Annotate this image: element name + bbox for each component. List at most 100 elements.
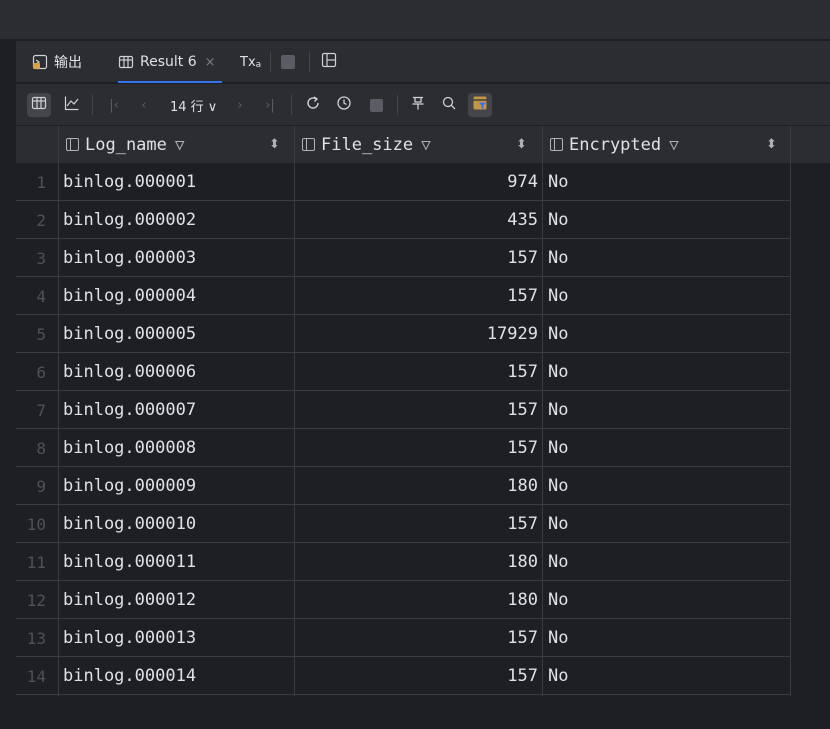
query-history-button[interactable] — [332, 93, 356, 117]
cell-log-name[interactable]: binlog.000008 — [63, 429, 291, 467]
cell-file-size[interactable]: 157 — [298, 505, 538, 543]
layout-split-icon — [321, 52, 337, 72]
grid-right-gap — [791, 126, 830, 163]
table-view-button[interactable] — [27, 93, 51, 117]
table-row[interactable]: 14 binlog.000014 157 No — [16, 657, 791, 695]
table-row[interactable]: 11 binlog.000011 180 No — [16, 543, 791, 581]
cell-encrypted[interactable]: No — [548, 315, 788, 353]
tab-tx[interactable]: Tx a — [240, 41, 261, 83]
cell-encrypted[interactable]: No — [548, 163, 788, 201]
table-row[interactable]: 1 binlog.000001 974 No — [16, 163, 791, 201]
cell-file-size[interactable]: 435 — [298, 201, 538, 239]
cell-file-size[interactable]: 974 — [298, 163, 538, 201]
tab-separator — [270, 52, 271, 72]
cell-encrypted[interactable]: No — [548, 505, 788, 543]
cell-file-size[interactable]: 157 — [298, 429, 538, 467]
table-row[interactable]: 2 binlog.000002 435 No — [16, 201, 791, 239]
cell-log-name[interactable]: binlog.000014 — [63, 657, 291, 695]
rownum-divider — [58, 126, 59, 696]
tab-separator — [309, 52, 310, 72]
chart-view-button[interactable] — [60, 93, 84, 117]
row-number: 3 — [36, 248, 46, 268]
toolbar-separator — [92, 95, 93, 115]
next-page-icon: › — [237, 97, 243, 113]
row-number: 12 — [26, 590, 46, 610]
cell-encrypted[interactable]: No — [548, 201, 788, 239]
table-row[interactable]: 4 binlog.000004 157 No — [16, 277, 791, 315]
stop-button[interactable] — [281, 41, 295, 83]
search-button[interactable] — [437, 93, 461, 117]
table-row[interactable]: 9 binlog.000009 180 No — [16, 467, 791, 505]
stop-query-button[interactable] — [364, 93, 388, 117]
cell-log-name[interactable]: binlog.000009 — [63, 467, 291, 505]
row-count-selector[interactable]: 14 行 ∨ — [170, 93, 217, 117]
filter-toggle-button[interactable] — [468, 93, 492, 117]
tab-output[interactable]: 输出 — [32, 41, 82, 83]
pin-icon — [410, 95, 426, 115]
cell-encrypted[interactable]: No — [548, 657, 788, 695]
filter-funnel-icon[interactable]: ▽ — [421, 135, 431, 154]
cell-file-size[interactable]: 157 — [298, 619, 538, 657]
column-header-encrypted[interactable]: Encrypted ▽ — [550, 126, 790, 163]
cell-encrypted[interactable]: No — [548, 581, 788, 619]
cell-encrypted[interactable]: No — [548, 277, 788, 315]
layout-button[interactable] — [321, 41, 337, 83]
filter-funnel-icon[interactable]: ▽ — [669, 135, 679, 154]
cell-file-size[interactable]: 17929 — [298, 315, 538, 353]
cell-log-name[interactable]: binlog.000005 — [63, 315, 291, 353]
table-row[interactable]: 5 binlog.000005 17929 No — [16, 315, 791, 353]
filter-funnel-icon[interactable]: ▽ — [175, 135, 185, 154]
next-page-button[interactable]: › — [228, 93, 252, 117]
row-number: 6 — [36, 362, 46, 382]
cell-file-size[interactable]: 157 — [298, 353, 538, 391]
last-page-button[interactable]: ›| — [258, 93, 282, 117]
sort-icon[interactable]: ⬍ — [516, 126, 527, 163]
tab-result-6[interactable]: Result 6 × — [118, 41, 222, 83]
pin-button[interactable] — [406, 93, 430, 117]
cell-log-name[interactable]: binlog.000007 — [63, 391, 291, 429]
column-header-log-name[interactable]: Log_name ▽ — [66, 126, 296, 163]
cell-log-name[interactable]: binlog.000010 — [63, 505, 291, 543]
column-icon — [550, 138, 563, 151]
close-tab-icon[interactable]: × — [205, 55, 216, 70]
table-row[interactable]: 8 binlog.000008 157 No — [16, 429, 791, 467]
cell-log-name[interactable]: binlog.000006 — [63, 353, 291, 391]
cell-log-name[interactable]: binlog.000013 — [63, 619, 291, 657]
first-page-button[interactable]: |‹ — [102, 93, 126, 117]
column-header-file-size[interactable]: File_size ▽ — [302, 126, 542, 163]
table-row[interactable]: 12 binlog.000012 180 No — [16, 581, 791, 619]
cell-encrypted[interactable]: No — [548, 353, 788, 391]
table-row[interactable]: 3 binlog.000003 157 No — [16, 239, 791, 277]
cell-encrypted[interactable]: No — [548, 467, 788, 505]
stop-icon — [281, 55, 295, 69]
refresh-button[interactable] — [301, 93, 325, 117]
cell-encrypted[interactable]: No — [548, 391, 788, 429]
sort-icon[interactable]: ⬍ — [766, 126, 777, 163]
cell-encrypted[interactable]: No — [548, 239, 788, 277]
cell-log-name[interactable]: binlog.000001 — [63, 163, 291, 201]
cell-log-name[interactable]: binlog.000002 — [63, 201, 291, 239]
table-row[interactable]: 13 binlog.000013 157 No — [16, 619, 791, 657]
column-header-label: File_size — [321, 134, 414, 155]
cell-file-size[interactable]: 180 — [298, 543, 538, 581]
row-number: 11 — [26, 552, 46, 572]
table-row[interactable]: 7 binlog.000007 157 No — [16, 391, 791, 429]
cell-file-size[interactable]: 157 — [298, 657, 538, 695]
cell-file-size[interactable]: 180 — [298, 467, 538, 505]
cell-file-size[interactable]: 180 — [298, 581, 538, 619]
cell-file-size[interactable]: 157 — [298, 391, 538, 429]
cell-log-name[interactable]: binlog.000012 — [63, 581, 291, 619]
cell-file-size[interactable]: 157 — [298, 277, 538, 315]
table-row[interactable]: 6 binlog.000006 157 No — [16, 353, 791, 391]
cell-log-name[interactable]: binlog.000003 — [63, 239, 291, 277]
cell-encrypted[interactable]: No — [548, 619, 788, 657]
cell-file-size[interactable]: 157 — [298, 239, 538, 277]
cell-log-name[interactable]: binlog.000004 — [63, 277, 291, 315]
cell-encrypted[interactable]: No — [548, 543, 788, 581]
cell-log-name[interactable]: binlog.000011 — [63, 543, 291, 581]
grid-header: Log_name ▽ ⬍ File_size ▽ ⬍ Encrypted ▽ ⬍ — [16, 126, 791, 163]
cell-encrypted[interactable]: No — [548, 429, 788, 467]
sort-icon[interactable]: ⬍ — [269, 126, 280, 163]
table-row[interactable]: 10 binlog.000010 157 No — [16, 505, 791, 543]
previous-page-button[interactable]: ‹ — [132, 93, 156, 117]
